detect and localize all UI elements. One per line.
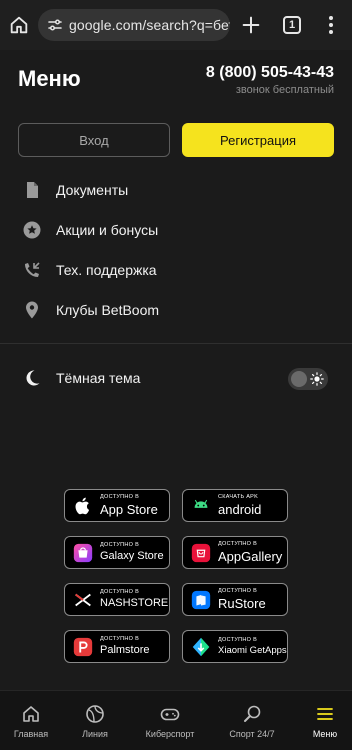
register-button[interactable]: Регистрация bbox=[182, 123, 334, 157]
document-icon bbox=[27, 182, 38, 198]
menu-item-clubs[interactable]: Клубы BetBoom bbox=[18, 292, 334, 328]
divider bbox=[0, 343, 352, 344]
dark-theme-toggle[interactable] bbox=[288, 368, 328, 390]
racket-icon bbox=[244, 705, 261, 722]
galaxy-store-badge[interactable]: Доступно в Galaxy Store bbox=[64, 536, 170, 569]
galaxy-store-icon bbox=[73, 543, 93, 562]
sun-icon bbox=[310, 372, 324, 386]
badge-caption: Скачать APK bbox=[218, 494, 259, 501]
palmstore-badge[interactable]: Доступно в Palmstore bbox=[64, 630, 170, 663]
menu-icon bbox=[317, 708, 333, 720]
badge-caption: Доступно в bbox=[218, 637, 258, 643]
phone-note: звонок бесплатный bbox=[235, 84, 334, 96]
android-icon bbox=[194, 499, 208, 508]
new-tab-icon[interactable] bbox=[240, 14, 262, 36]
star-badge-icon bbox=[23, 221, 41, 239]
palmstore-icon bbox=[73, 637, 93, 656]
badge-caption: Доступно в bbox=[100, 636, 140, 643]
appgallery-badge[interactable]: Доступно в AppGallery bbox=[182, 536, 288, 569]
rustore-badge[interactable]: Доступно в RuStore bbox=[182, 583, 288, 616]
badge-store-name: RuStore bbox=[218, 595, 266, 611]
badge-caption: Доступно в bbox=[100, 494, 140, 501]
menu-item-label: Акции и бонусы bbox=[56, 222, 159, 238]
ball-icon bbox=[86, 705, 104, 723]
menu-item-label: Тех. поддержка bbox=[56, 262, 157, 278]
more-options-icon[interactable] bbox=[326, 15, 336, 35]
menu-item-promotions[interactable]: Акции и бонусы bbox=[18, 212, 334, 248]
bottom-navigation: Главная Линия Киберспорт Спорт 24/7 Меню bbox=[0, 690, 352, 750]
badge-store-name: Xiaomi GetApps bbox=[218, 644, 287, 656]
phone-number-link[interactable]: 8 (800) 505-43-43 bbox=[206, 64, 334, 82]
badge-store-name: AppGallery bbox=[218, 548, 283, 564]
android-apk-badge[interactable]: Скачать APK android bbox=[182, 489, 288, 522]
apple-icon bbox=[75, 497, 90, 514]
nav-line[interactable]: Линия bbox=[74, 691, 116, 750]
location-pin-icon bbox=[26, 301, 38, 319]
home-icon bbox=[23, 706, 39, 722]
badge-store-name: Palmstore bbox=[100, 643, 150, 656]
nav-label: Спорт 24/7 bbox=[229, 729, 275, 739]
badge-store-name: NASHSTORE bbox=[100, 596, 169, 609]
badge-caption: Доступно в bbox=[218, 588, 258, 595]
page-title: Меню bbox=[18, 66, 81, 91]
badge-caption: Доступно в bbox=[100, 542, 140, 549]
xiaomi-getapps-icon bbox=[192, 637, 210, 656]
login-button[interactable]: Вход bbox=[18, 123, 170, 157]
badge-store-name: App Store bbox=[100, 501, 158, 517]
dark-theme-row: Тёмная тема bbox=[18, 360, 334, 396]
nav-menu[interactable]: Меню bbox=[304, 691, 346, 750]
badge-store-name: android bbox=[218, 501, 262, 517]
nav-label: Меню bbox=[312, 729, 338, 739]
nav-label: Киберспорт bbox=[145, 729, 195, 739]
site-settings-icon[interactable] bbox=[47, 17, 63, 33]
nashstore-badge[interactable]: Доступно в NASHSTORE bbox=[64, 583, 170, 616]
xiaomi-getapps-badge[interactable]: Доступно в Xiaomi GetApps bbox=[182, 630, 288, 663]
nav-home[interactable]: Главная bbox=[10, 691, 52, 750]
menu-item-support[interactable]: Тех. поддержка bbox=[18, 252, 334, 288]
toggle-knob bbox=[291, 371, 307, 387]
gamepad-icon bbox=[160, 708, 180, 721]
badge-caption: Доступно в bbox=[100, 589, 140, 596]
browser-toolbar: google.com/search?q=бетбумв 1 bbox=[0, 0, 352, 50]
nav-label: Линия bbox=[82, 729, 108, 739]
huawei-icon bbox=[191, 543, 211, 562]
url-text: google.com/search?q=бетбумв bbox=[69, 17, 230, 33]
nav-label: Главная bbox=[13, 729, 49, 739]
badge-caption: Доступно в bbox=[218, 541, 258, 548]
tab-count-button[interactable]: 1 bbox=[283, 16, 301, 34]
address-bar[interactable]: google.com/search?q=бетбумв bbox=[38, 9, 230, 41]
rustore-icon bbox=[191, 590, 211, 609]
menu-item-documents[interactable]: Документы bbox=[18, 172, 334, 208]
moon-icon bbox=[26, 370, 40, 386]
badge-store-name: Galaxy Store bbox=[100, 549, 164, 562]
nashstore-icon bbox=[75, 593, 91, 606]
menu-item-label: Документы bbox=[56, 182, 129, 198]
menu-item-label: Клубы BetBoom bbox=[56, 302, 160, 318]
dark-theme-label: Тёмная тема bbox=[56, 370, 141, 386]
phone-support-icon bbox=[25, 262, 40, 277]
app-store-badge[interactable]: Доступно в App Store bbox=[64, 489, 170, 522]
nav-sport-24-7[interactable]: Спорт 24/7 bbox=[222, 691, 282, 750]
nav-esports[interactable]: Киберспорт bbox=[140, 691, 200, 750]
home-icon[interactable] bbox=[8, 14, 30, 36]
